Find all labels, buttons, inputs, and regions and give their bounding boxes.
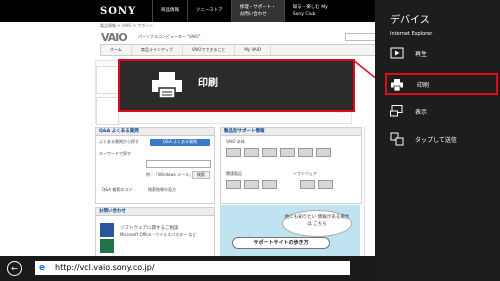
peripheral-thumbs[interactable]	[226, 180, 333, 189]
vaio-thumb[interactable]	[262, 148, 277, 157]
vaio-logo[interactable]: VAIO	[101, 31, 128, 44]
peripheral-thumb[interactable]	[226, 180, 241, 189]
vaio-subtitle: パーソナルコンピューター "VAIO"	[138, 34, 201, 39]
device-tap-send-label: タップして送信	[415, 137, 457, 144]
back-icon[interactable]: ←	[7, 261, 22, 276]
vaio-nav: ホーム 商品ラインアップ VAIOでできること My VAIO	[100, 44, 375, 56]
sony-logo[interactable]: SONY	[100, 6, 136, 17]
contact-header: お問い合わせ	[96, 208, 214, 216]
side-column	[364, 127, 375, 256]
contact-software-sub: Microsoft Office・ウイルスバスター など	[120, 232, 197, 237]
banner-tile[interactable]	[96, 97, 119, 125]
printer-icon	[391, 79, 403, 92]
address-url[interactable]: http://vcl.vaio.sony.co.jp/	[55, 261, 155, 275]
keyword-input[interactable]	[146, 160, 211, 168]
printer-icon	[152, 72, 182, 99]
vaio-nav-myvaio[interactable]: My VAIO	[235, 45, 271, 55]
vaio-thumbs[interactable]	[226, 148, 331, 157]
nav-support[interactable]: 修理・サポート・お問い合わせ	[230, 0, 284, 22]
support-guide-button[interactable]: サポートサイトの歩き方	[232, 237, 330, 249]
product-vaio-label[interactable]: VAIO 本体	[226, 139, 245, 145]
device-play-label: 再生	[415, 51, 428, 58]
qa-faq-button[interactable]: Q&A よくある質問	[150, 139, 210, 146]
qa-text-keyword: キーワードで探す	[99, 151, 131, 156]
sony-header: SONY 商品情報 ソニーストア 修理・サポート・お問い合わせ 知る・楽しむ M…	[0, 0, 375, 22]
word-icon	[100, 223, 114, 237]
device-display-label: 表示	[415, 109, 428, 116]
device-print[interactable]: 印刷	[385, 73, 498, 95]
support-illustration: 他にも知りたい 情報がある場合は こちら サポートサイトの歩き方	[220, 205, 360, 256]
device-display[interactable]: 表示	[390, 104, 498, 126]
keyword-search-button[interactable]: 検索	[192, 171, 210, 179]
nav-store[interactable]: ソニーストア	[187, 0, 231, 22]
tap-send-icon	[390, 132, 404, 146]
qa-header: Q&A よくある質問	[96, 128, 214, 136]
device-print-label: 印刷	[417, 82, 430, 89]
charm-title: デバイス	[390, 15, 430, 26]
qa-tips-link[interactable]: Q&A 検索のコツ	[102, 187, 132, 193]
web-content: SONY 商品情報 ソニーストア 修理・サポート・お問い合わせ 知る・楽しむ M…	[0, 0, 375, 256]
peripheral-thumb[interactable]	[300, 180, 315, 189]
contact-box: お問い合わせ ソフトウェアに関するご相談 Microsoft Office・ウイ…	[95, 207, 215, 256]
product-header: 製品別サポート情報	[221, 128, 361, 136]
vaio-thumb[interactable]	[316, 148, 331, 157]
excel-icon	[100, 239, 114, 253]
product-peripheral-label[interactable]: 関連製品	[226, 171, 242, 177]
peripheral-thumb[interactable]	[244, 180, 259, 189]
print-overlay-label: 印刷	[198, 78, 218, 89]
devices-charm: デバイス Internet Explorer 再生 印刷 表示 タップして送信	[375, 0, 500, 281]
vaio-thumb[interactable]	[226, 148, 241, 157]
vaio-nav-lineup[interactable]: 商品ラインアップ	[132, 45, 183, 55]
sony-nav: 商品情報 ソニーストア 修理・サポート・お問い合わせ 知る・楽しむ My Son…	[152, 0, 345, 22]
play-to-icon	[390, 47, 404, 59]
nav-mysony[interactable]: 知る・楽しむ My Sony Club	[283, 0, 345, 22]
charm-subtitle: Internet Explorer	[390, 31, 433, 37]
ie-app-bar: ← e http://vcl.vaio.sony.co.jp/	[0, 256, 375, 281]
site-search-input[interactable]	[345, 33, 375, 41]
display-icon	[390, 105, 403, 117]
nav-products[interactable]: 商品情報	[152, 0, 187, 22]
qa-box: Q&A よくある質問 よくある質問から探す Q&A よくある質問 キーワードで探…	[95, 127, 215, 204]
device-play[interactable]: 再生	[390, 46, 498, 68]
vaio-thumb[interactable]	[280, 148, 295, 157]
product-support-box: 製品別サポート情報 VAIO 本体 関連製品 ソフトウェア	[220, 127, 362, 204]
vaio-thumb[interactable]	[298, 148, 313, 157]
speech-bubble: 他にも知りたい 情報がある場合は こちら	[282, 210, 352, 237]
qa-text-browse: よくある質問から探す	[99, 139, 139, 144]
qa-hint: 例：「Windows メール」	[146, 172, 194, 177]
qa-results-link[interactable]: 検索結果の見方	[148, 187, 176, 193]
device-tap-send[interactable]: タップして送信	[390, 132, 498, 154]
print-overlay[interactable]: 印刷	[118, 59, 355, 112]
breadcrumb[interactable]: 製品情報 > VAIO > サポート	[100, 23, 153, 29]
vaio-nav-home[interactable]: ホーム	[101, 45, 132, 55]
ie-icon: e	[39, 263, 46, 273]
vaio-thumb[interactable]	[244, 148, 259, 157]
product-software-label[interactable]: ソフトウェア	[293, 171, 317, 177]
callout-line	[353, 59, 375, 79]
vaio-nav-can-do[interactable]: VAIOでできること	[183, 45, 236, 55]
peripheral-thumb[interactable]	[262, 180, 277, 189]
contact-software[interactable]: ソフトウェアに関するご相談	[120, 225, 179, 231]
banner-tile[interactable]	[96, 66, 119, 94]
address-bar[interactable]: e http://vcl.vaio.sony.co.jp/	[35, 261, 350, 275]
peripheral-thumb[interactable]	[318, 180, 333, 189]
